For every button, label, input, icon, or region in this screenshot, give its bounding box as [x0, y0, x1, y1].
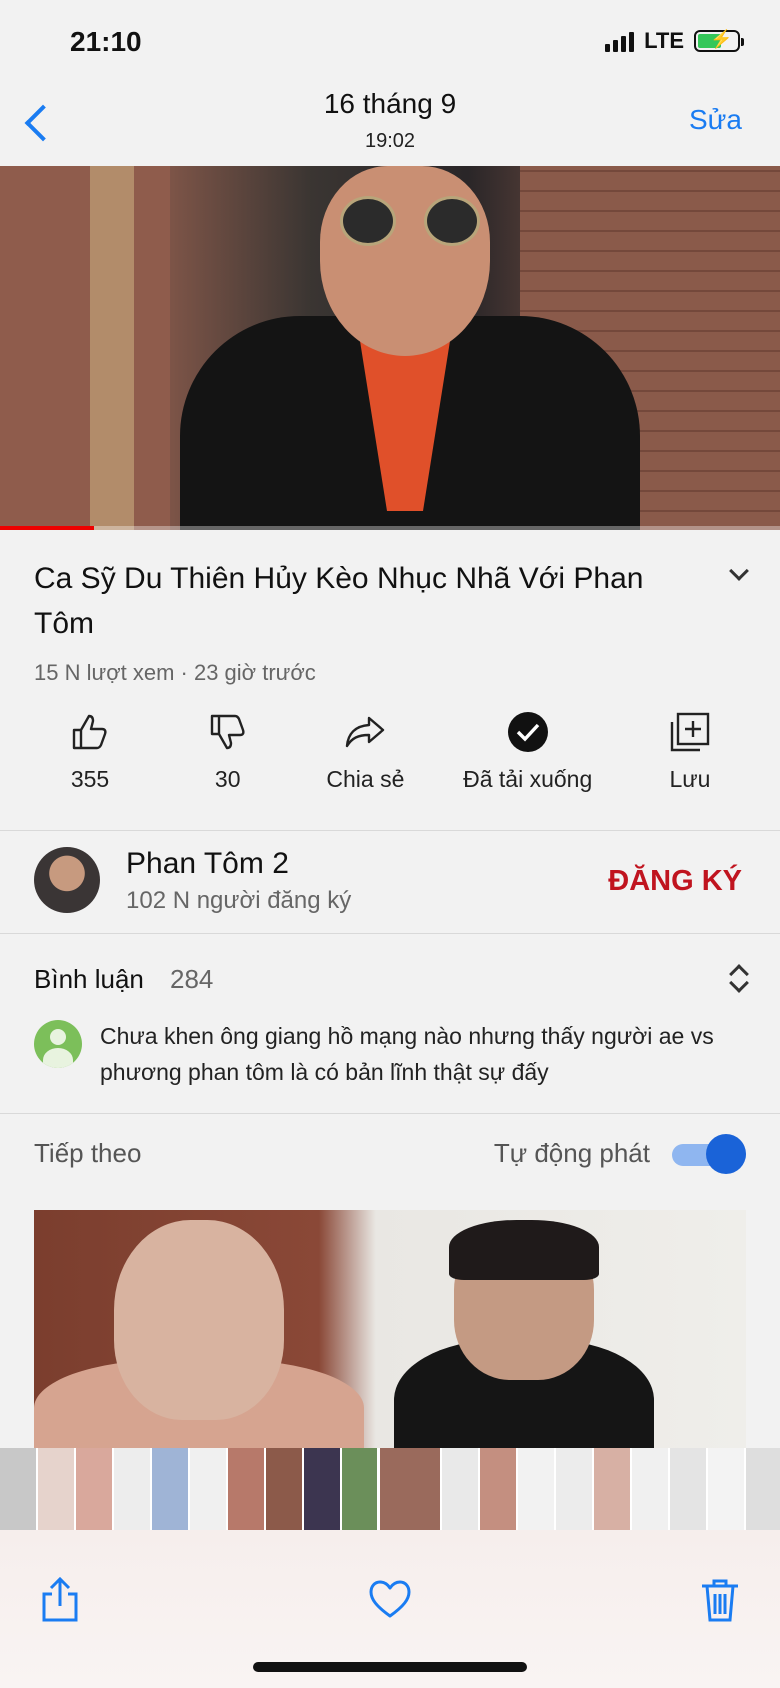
filmstrip-thumb[interactable]: [518, 1448, 554, 1530]
video-player[interactable]: [0, 166, 780, 530]
next-video-thumbnail[interactable]: [34, 1210, 746, 1460]
filmstrip-thumb[interactable]: [114, 1448, 150, 1530]
filmstrip-thumb[interactable]: [556, 1448, 592, 1530]
thumbnail-person-left-head: [114, 1220, 284, 1420]
video-frame-post: [90, 166, 134, 530]
edit-button[interactable]: Sửa: [689, 104, 742, 136]
network-type: LTE: [644, 28, 684, 53]
filmstrip-thumb-selected[interactable]: [377, 1448, 443, 1530]
video-frame-wall: [0, 166, 170, 530]
channel-row[interactable]: Phan Tôm 2 102 N người đăng ký ĐĂNG KÝ: [0, 830, 780, 934]
filmstrip-thumb[interactable]: [190, 1448, 226, 1530]
expand-comments-icon[interactable]: [726, 962, 750, 996]
share-icon[interactable]: [38, 1576, 82, 1624]
dislike-button[interactable]: 30: [188, 710, 268, 793]
add-to-playlist-icon: [668, 710, 712, 754]
filmstrip-thumb[interactable]: [228, 1448, 264, 1530]
downloaded-button[interactable]: Đã tải xuống: [463, 710, 592, 793]
thumbs-down-icon: [206, 710, 250, 754]
dislike-count: 30: [214, 766, 241, 792]
save-button[interactable]: Lưu: [650, 710, 730, 793]
filmstrip-thumb[interactable]: [670, 1448, 706, 1530]
bottom-toolbar: [0, 1530, 780, 1688]
status-bar: 21:10 LTE ⚡: [0, 0, 780, 90]
filmstrip-thumb[interactable]: [76, 1448, 112, 1530]
thumbnail-person-right-hair: [449, 1220, 599, 1280]
filmstrip-thumb[interactable]: [480, 1448, 516, 1530]
share-button[interactable]: Chia sẻ: [325, 710, 405, 793]
filmstrip-thumb[interactable]: [266, 1448, 302, 1530]
channel-subscribers: 102 N người đăng ký: [126, 887, 352, 914]
home-indicator[interactable]: [253, 1662, 527, 1672]
filmstrip-thumb[interactable]: [708, 1448, 744, 1530]
signal-icon: [605, 30, 635, 52]
filmstrip-thumb[interactable]: [304, 1448, 340, 1530]
subscribe-button[interactable]: ĐĂNG KÝ: [608, 865, 742, 898]
commenter-avatar: [34, 1020, 82, 1068]
downloaded-label: Đã tải xuống: [463, 766, 593, 792]
up-next-section: Tiếp theo Tự động phát: [0, 1114, 780, 1460]
photo-date: 16 tháng 9: [323, 88, 457, 119]
top-comment-text: Chưa khen ông giang hồ mạng nào nhưng th…: [100, 1023, 714, 1085]
autoplay-toggle[interactable]: [672, 1134, 746, 1174]
share-arrow-icon: [343, 710, 387, 754]
channel-avatar[interactable]: [34, 847, 100, 913]
filmstrip-thumb[interactable]: [342, 1448, 378, 1530]
filmstrip-thumb[interactable]: [0, 1448, 36, 1530]
video-meta: 15 N lượt xem · 23 giờ trước: [34, 660, 316, 685]
battery-icon: ⚡: [694, 29, 744, 52]
filmstrip-thumb[interactable]: [746, 1448, 780, 1530]
trash-icon[interactable]: [698, 1576, 742, 1624]
photo-viewer-screen: 21:10 LTE ⚡ 16 tháng 9 19:02 Sửa Ca Sỹ D…: [0, 0, 780, 1688]
share-label: Chia sẻ: [326, 766, 405, 792]
chevron-down-icon[interactable]: [728, 564, 750, 586]
heart-icon[interactable]: [368, 1576, 412, 1624]
filmstrip-thumb[interactable]: [152, 1448, 188, 1530]
video-frame-sunglasses: [340, 196, 480, 246]
filmstrip-thumb[interactable]: [594, 1448, 630, 1530]
up-next-title: Tiếp theo: [34, 1138, 142, 1168]
comments-section[interactable]: Bình luận 284 Chưa khen ông giang hồ mạn…: [0, 934, 780, 1114]
filmstrip-thumb[interactable]: [632, 1448, 668, 1530]
filmstrip-thumb[interactable]: [38, 1448, 74, 1530]
autoplay-toggle-knob: [706, 1134, 746, 1174]
status-time: 21:10: [70, 26, 142, 57]
status-indicators: LTE ⚡: [605, 28, 744, 54]
photo-time: 19:02: [364, 130, 416, 152]
filmstrip-thumb[interactable]: [442, 1448, 478, 1530]
photo-header: 16 tháng 9 19:02 Sửa: [0, 80, 780, 170]
thumbs-up-icon: [68, 710, 112, 754]
like-button[interactable]: 355: [50, 710, 130, 793]
video-frame-head: [320, 166, 490, 356]
save-label: Lưu: [669, 766, 711, 792]
autoplay-label: Tự động phát: [493, 1138, 650, 1168]
comments-title: Bình luận: [34, 964, 144, 994]
video-actions: 355 30 Chia sẻ Đã tải xuống Lưu: [50, 710, 730, 793]
like-count: 355: [70, 766, 110, 792]
check-circle-icon: [506, 710, 550, 754]
comments-count: 284: [170, 964, 214, 994]
photo-filmstrip[interactable]: [0, 1448, 780, 1530]
video-info: Ca Sỹ Du Thiên Hủy Kèo Nhục Nhã Với Phan…: [0, 530, 780, 830]
channel-name[interactable]: Phan Tôm 2: [126, 847, 289, 881]
video-title[interactable]: Ca Sỹ Du Thiên Hủy Kèo Nhục Nhã Với Phan…: [34, 556, 694, 646]
